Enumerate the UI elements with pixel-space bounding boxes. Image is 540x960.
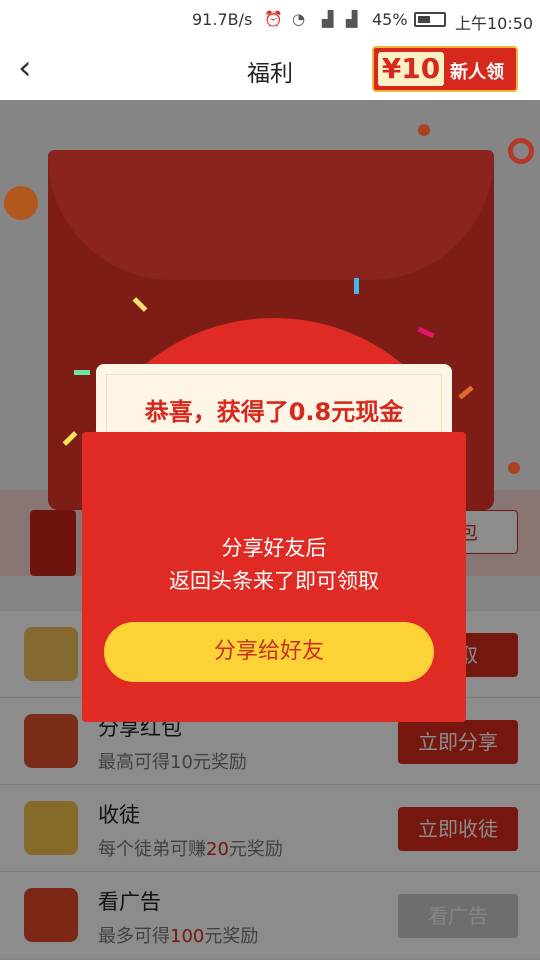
popup-message-line2: 返回头条来了即可领取: [169, 569, 379, 593]
confetti: [354, 278, 359, 294]
reward-amount: ¥10: [378, 52, 444, 86]
alarm-icon: ⏰: [264, 10, 283, 28]
clock: 上午10:50: [455, 14, 534, 33]
background-envelope-flap: [48, 150, 494, 280]
status-bar: 91.7B/s ⏰ ◔ ▟ ▟ 45% 上午10:50: [0, 0, 540, 38]
signal-icon: ▟: [346, 10, 358, 28]
battery-percent: 45%: [372, 10, 408, 29]
network-speed: 91.7B/s: [192, 10, 253, 29]
battery-icon: [414, 12, 446, 27]
share-to-friends-button[interactable]: 分享给好友: [104, 622, 434, 682]
confetti: [74, 370, 90, 375]
signal-icon: ▟: [322, 10, 334, 28]
reward-label: 新人领: [450, 62, 504, 83]
wifi-icon: ◔: [292, 10, 306, 28]
decor-dot: [4, 186, 38, 220]
popup-message-line1: 分享好友后: [221, 536, 327, 560]
decor-dot: [508, 462, 520, 474]
decor-ring: [508, 138, 534, 164]
popup-headline: 恭喜，获得了0.8元现金: [144, 398, 404, 426]
nav-bar: ‹ 福利 ¥10 新人领: [0, 38, 540, 100]
new-user-reward-button[interactable]: ¥10 新人领: [372, 46, 518, 92]
decor-dot: [418, 124, 430, 136]
